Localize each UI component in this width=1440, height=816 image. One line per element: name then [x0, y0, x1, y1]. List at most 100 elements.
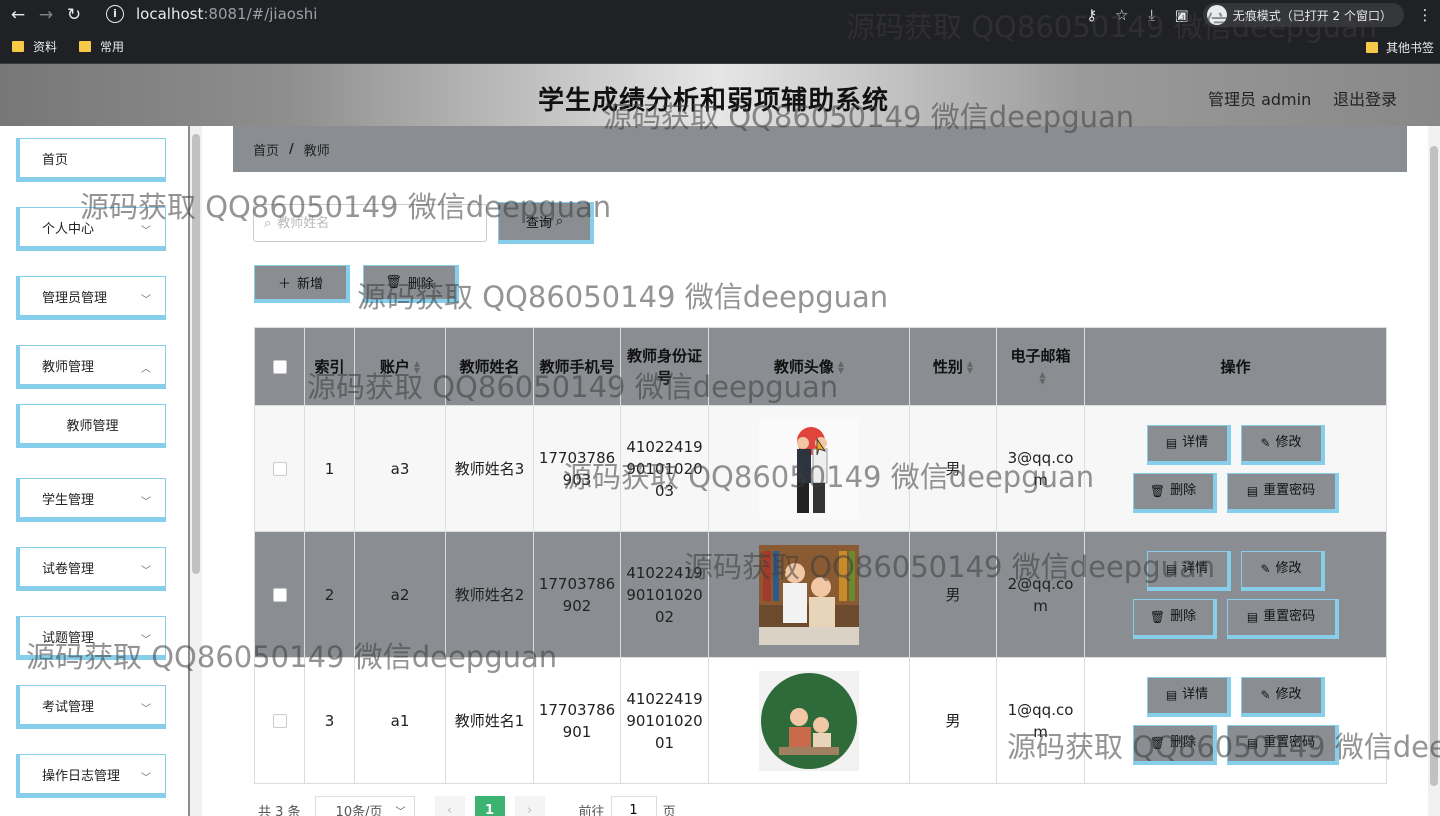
download-icon[interactable]: ⤓: [1137, 6, 1167, 24]
sidebar-subitem-teacher[interactable]: 教师管理: [16, 404, 166, 448]
row-checkbox[interactable]: [272, 714, 287, 728]
cell-name: 教师姓名1: [445, 657, 534, 784]
column-header[interactable]: 教师手机号: [533, 327, 621, 406]
cell-gender: 男: [909, 531, 997, 658]
back-icon[interactable]: ←: [4, 1, 32, 29]
star-icon[interactable]: ☆: [1107, 6, 1137, 24]
sidepanel-icon[interactable]: ▣: [1167, 6, 1197, 24]
column-header: 操作: [1084, 327, 1387, 406]
column-header[interactable]: 教师头像 ▲ ▼: [708, 327, 910, 406]
edit-button[interactable]: ✎ 修改: [1240, 550, 1325, 591]
detail-button[interactable]: ▤ 详情: [1146, 676, 1231, 717]
cell-avatar: [708, 405, 910, 532]
scrollbar-thumb[interactable]: [192, 134, 200, 574]
next-page-button[interactable]: ›: [514, 796, 545, 816]
bookmark-folder[interactable]: 资料: [12, 38, 57, 55]
sidebar-item-admin[interactable]: 管理员管理 ﹀: [16, 276, 166, 320]
reset-password-button[interactable]: ▤ 重置密码: [1226, 472, 1339, 513]
sidebar: 首页 个人中心 ﹀ 管理员管理 ﹀ 教师管理 ︿ 教师管理 学生管理 ﹀ 试卷管理 ﹀ 试…: [0, 126, 202, 816]
breadcrumb-home[interactable]: 首页: [253, 140, 279, 159]
main-scrollbar[interactable]: [1428, 126, 1440, 816]
menu-icon[interactable]: ⋮: [1410, 6, 1440, 24]
add-button[interactable]: ＋ 新增: [254, 265, 350, 303]
forward-icon[interactable]: →: [32, 1, 60, 29]
logout-link[interactable]: 退出登录: [1333, 86, 1397, 110]
reset-password-button[interactable]: ▤ 重置密码: [1226, 724, 1339, 765]
sidebar-item-label: 试题管理: [42, 630, 95, 646]
sort-icon[interactable]: ▲ ▼: [1039, 371, 1045, 386]
column-header[interactable]: 教师身份证号: [620, 327, 709, 406]
sidebar-item-exam[interactable]: 考试管理 ﹀: [16, 685, 166, 729]
sort-icon[interactable]: ▲ ▼: [414, 360, 420, 375]
cell-avatar: [708, 531, 910, 658]
sort-icon[interactable]: ▲ ▼: [838, 360, 844, 375]
sidebar-item-question[interactable]: 试题管理 ﹀: [16, 616, 166, 660]
sidebar-item-student[interactable]: 学生管理 ﹀: [16, 478, 166, 522]
column-header[interactable]: 账户 ▲ ▼: [354, 327, 446, 406]
cell-index: 2: [304, 531, 355, 658]
cell-idcard: 410224199010102002: [620, 531, 709, 658]
page-size-select[interactable]: 10条/页 ﹀: [314, 796, 415, 816]
row-checkbox[interactable]: [272, 462, 287, 476]
site-info-icon[interactable]: i: [106, 5, 124, 23]
prev-page-button[interactable]: ‹: [434, 796, 465, 816]
sidebar-scrollbar[interactable]: [190, 126, 202, 816]
column-header[interactable]: 电子邮箱 ▲ ▼: [996, 327, 1085, 406]
delete-button[interactable]: 🗑 删除: [1132, 724, 1217, 765]
search-icon: ⌕: [555, 214, 564, 229]
search-button[interactable]: 查询 ⌕: [498, 202, 594, 244]
edit-button[interactable]: ✎ 修改: [1240, 424, 1325, 465]
delete-button[interactable]: 🗑 删除: [1132, 472, 1217, 513]
other-bookmarks[interactable]: 其他书签: [1365, 30, 1434, 64]
cell-gender: 男: [909, 657, 997, 784]
scrollbar-thumb[interactable]: [1430, 146, 1438, 786]
teacher-avatar[interactable]: [759, 418, 859, 519]
reload-icon[interactable]: ↻: [60, 1, 88, 29]
reset-password-button[interactable]: ▤ 重置密码: [1226, 598, 1339, 639]
pagination: 共 3 条 10条/页 ﹀ ‹ 1 › 前往 页: [258, 796, 676, 816]
edit-button[interactable]: ✎ 修改: [1240, 676, 1325, 717]
trash-icon: 🗑: [385, 275, 402, 290]
key-icon[interactable]: ⚷: [1077, 6, 1107, 24]
document-icon: ▤: [1165, 436, 1178, 450]
sidebar-item-label: 学生管理: [42, 492, 95, 508]
select-all-checkbox[interactable]: [272, 360, 287, 374]
delete-button[interactable]: 🗑 删除: [1132, 598, 1217, 639]
detail-button[interactable]: ▤ 详情: [1146, 550, 1231, 591]
teacher-avatar[interactable]: [759, 544, 859, 645]
sort-icon[interactable]: ▲ ▼: [967, 360, 973, 375]
teacher-avatar[interactable]: [759, 670, 859, 771]
cell-name: 教师姓名2: [445, 531, 534, 658]
batch-delete-button[interactable]: 🗑 删除: [363, 265, 459, 303]
goto-input[interactable]: [610, 796, 657, 816]
trash-icon: 🗑: [1149, 610, 1166, 624]
detail-button[interactable]: ▤ 详情: [1146, 424, 1231, 465]
sidebar-item-home[interactable]: 首页: [16, 138, 166, 182]
document-icon: ▤: [1165, 562, 1178, 576]
sidebar-item-teacher[interactable]: 教师管理 ︿: [16, 345, 166, 389]
column-header[interactable]: 性别 ▲ ▼: [909, 327, 997, 406]
sidebar-item-profile[interactable]: 个人中心 ﹀: [16, 207, 166, 251]
batch-delete-label: 删除: [407, 277, 434, 292]
sidebar-item-label: 试卷管理: [42, 561, 95, 577]
edit-label: 修改: [1275, 561, 1302, 576]
sidebar-item-label: 考试管理: [42, 699, 95, 715]
sidebar-item-paper[interactable]: 试卷管理 ﹀: [16, 547, 166, 591]
bookmark-folder[interactable]: 常用: [79, 38, 124, 55]
search-input[interactable]: [277, 215, 468, 231]
delete-label: 删除: [1170, 609, 1197, 624]
pencil-icon: ✎: [1260, 688, 1271, 702]
header-label: 操作: [1220, 357, 1251, 376]
cell-account: a3: [354, 405, 446, 532]
page-number[interactable]: 1: [474, 796, 505, 816]
column-header[interactable]: 教师姓名: [445, 327, 534, 406]
chevron-down-icon: ﹀: [141, 704, 151, 715]
chevron-down-icon: ﹀: [141, 226, 151, 237]
sidebar-item-log[interactable]: 操作日志管理 ﹀: [16, 754, 166, 798]
search-button-label: 查询: [525, 216, 552, 231]
search-field[interactable]: ⌕: [253, 204, 487, 242]
row-checkbox[interactable]: [272, 588, 287, 602]
incognito-badge[interactable]: 无痕模式（已打开 2 个窗口）: [1202, 3, 1404, 27]
reset-password-label: 重置密码: [1263, 735, 1316, 750]
header-label: 教师姓名: [459, 357, 520, 376]
